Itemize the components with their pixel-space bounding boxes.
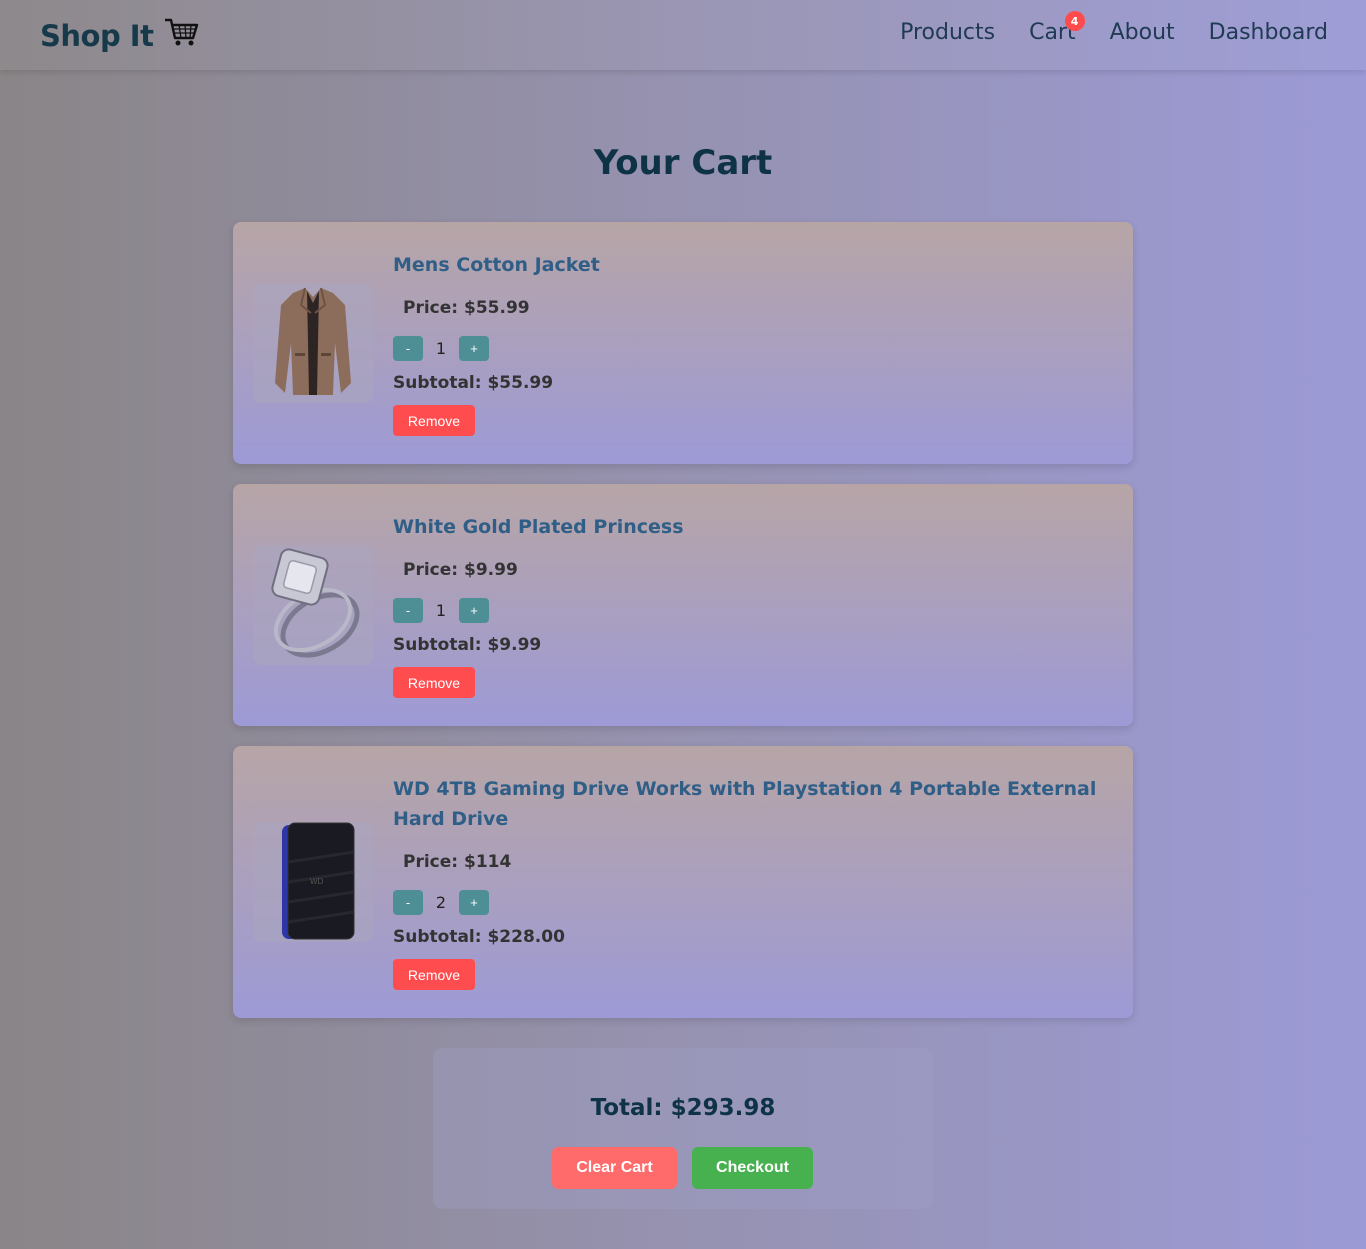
quantity-value: 2 (435, 893, 447, 912)
svg-text:WD: WD (310, 877, 324, 886)
cart-item-list: Mens Cotton Jacket Price: $55.99 - 1 + S… (233, 222, 1133, 1038)
nav-products-link[interactable]: Products (900, 20, 995, 45)
nav-cart-link[interactable]: Cart 4 (1029, 11, 1085, 45)
increase-quantity-button[interactable]: + (459, 598, 489, 623)
nav-links: Products Cart 4 About Dashboard (900, 11, 1328, 45)
decrease-quantity-button[interactable]: - (393, 598, 423, 623)
nav-dashboard-link[interactable]: Dashboard (1209, 20, 1328, 45)
quantity-value: 1 (435, 339, 447, 358)
cart-item-details: Mens Cotton Jacket Price: $55.99 - 1 + S… (393, 250, 1113, 436)
cart-item-details: WD 4TB Gaming Drive Works with Playstati… (393, 774, 1113, 990)
remove-item-button[interactable]: Remove (393, 405, 475, 436)
decrease-quantity-button[interactable]: - (393, 890, 423, 915)
increase-quantity-button[interactable]: + (459, 336, 489, 361)
jacket-image (253, 283, 373, 403)
item-price: Price: $9.99 (403, 560, 518, 580)
shopping-cart-icon (163, 16, 199, 55)
ring-image (253, 545, 373, 665)
cart-summary: Total: $293.98 Clear Cart Checkout (433, 1048, 933, 1209)
item-title: Mens Cotton Jacket (393, 254, 600, 276)
quantity-stepper: - 2 + (393, 890, 1113, 915)
item-subtotal: Subtotal: $228.00 (393, 927, 565, 947)
quantity-stepper: - 1 + (393, 336, 1113, 361)
item-price: Price: $114 (403, 852, 512, 872)
hard-drive-image: WD (253, 822, 373, 942)
brand-name: Shop It (40, 18, 154, 53)
cart-item: WD WD 4TB Gaming Drive Works with Playst… (233, 746, 1133, 1018)
remove-item-button[interactable]: Remove (393, 959, 475, 990)
remove-item-button[interactable]: Remove (393, 667, 475, 698)
nav-about-link[interactable]: About (1110, 20, 1175, 45)
cart-count-badge: 4 (1064, 11, 1085, 31)
item-subtotal: Subtotal: $9.99 (393, 635, 542, 655)
item-price: Price: $55.99 (403, 298, 530, 318)
summary-actions: Clear Cart Checkout (552, 1147, 813, 1189)
brand-logo[interactable]: Shop It (40, 16, 199, 55)
checkout-button[interactable]: Checkout (692, 1147, 813, 1189)
cart-total: Total: $293.98 (590, 1095, 776, 1121)
quantity-stepper: - 1 + (393, 598, 1113, 623)
clear-cart-button[interactable]: Clear Cart (552, 1147, 677, 1189)
cart-item-details: White Gold Plated Princess Price: $9.99 … (393, 512, 1113, 698)
decrease-quantity-button[interactable]: - (393, 336, 423, 361)
top-navbar: Shop It Products Cart 4 About Dashboard (0, 0, 1366, 70)
increase-quantity-button[interactable]: + (459, 890, 489, 915)
item-subtotal: Subtotal: $55.99 (393, 373, 554, 393)
quantity-value: 1 (435, 601, 447, 620)
item-title: White Gold Plated Princess (393, 516, 684, 538)
cart-item: White Gold Plated Princess Price: $9.99 … (233, 484, 1133, 726)
cart-item: Mens Cotton Jacket Price: $55.99 - 1 + S… (233, 222, 1133, 464)
page-title: Your Cart (593, 143, 773, 183)
item-title: WD 4TB Gaming Drive Works with Playstati… (393, 778, 1097, 830)
